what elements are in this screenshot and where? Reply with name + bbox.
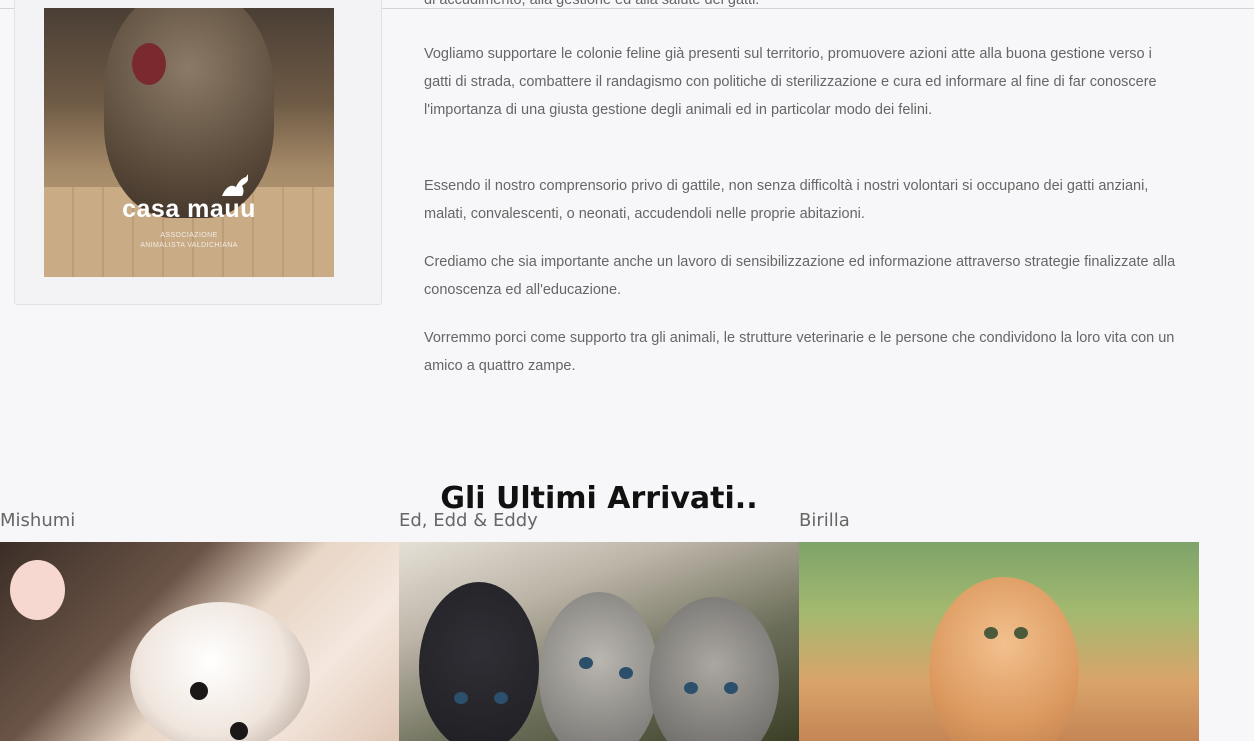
kitten-figure <box>130 602 310 741</box>
arrival-card-ed-edd-eddy[interactable]: Ed, Edd & Eddy <box>399 510 799 741</box>
intro-paragraph-3: Crediamo che sia importante anche un lav… <box>424 254 1176 298</box>
kitten-eye <box>724 682 738 694</box>
arrival-photo-mishumi[interactable] <box>0 542 400 741</box>
arrival-name[interactable]: Ed, Edd & Eddy <box>399 510 799 536</box>
arrival-card-mishumi[interactable]: Mishumi <box>0 510 400 741</box>
kitten-eye <box>230 722 248 740</box>
kitten-eye <box>579 657 593 669</box>
kitten-eye <box>1014 627 1028 639</box>
kitten-mouth <box>132 43 166 85</box>
kitten-eye <box>619 667 633 679</box>
kitten-eye <box>984 627 998 639</box>
arrival-photo-ed-edd-eddy[interactable] <box>399 542 799 741</box>
arrival-name[interactable]: Birilla <box>799 510 1199 536</box>
kitten-eye <box>494 692 508 704</box>
intro-paragraph-1: Vogliamo supportare le colonie feline gi… <box>424 46 1157 118</box>
brand-name: casa mauu <box>122 195 256 223</box>
brand-subtitle-line1: ASSOCIAZIONE <box>160 232 218 239</box>
brand-subtitle-line2: ANIMALISTA VALDICHIANA <box>140 242 238 249</box>
arrival-photo-birilla[interactable] <box>799 542 1199 741</box>
kitten-figure <box>649 597 779 741</box>
brand-logo-image: casa mauu ASSOCIAZIONE ANIMALISTA VALDIC… <box>44 8 334 277</box>
kitten-eye <box>684 682 698 694</box>
kitten-figure <box>929 577 1079 741</box>
kitten-paw <box>10 560 65 620</box>
kitten-eye <box>190 682 208 700</box>
intro-paragraph-4: Vorremmo porci come supporto tra gli ani… <box>424 330 1175 374</box>
kitten-figure <box>539 592 659 741</box>
kitten-figure <box>419 582 539 741</box>
kitten-eye <box>454 692 468 704</box>
intro-paragraph-2: Essendo il nostro comprensorio privo di … <box>424 178 1149 222</box>
arrival-name[interactable]: Mishumi <box>0 510 400 536</box>
intro-cut-line: di accudimento, alla gestione ed alla sa… <box>424 0 760 8</box>
arrival-card-birilla[interactable]: Birilla <box>799 510 1199 741</box>
